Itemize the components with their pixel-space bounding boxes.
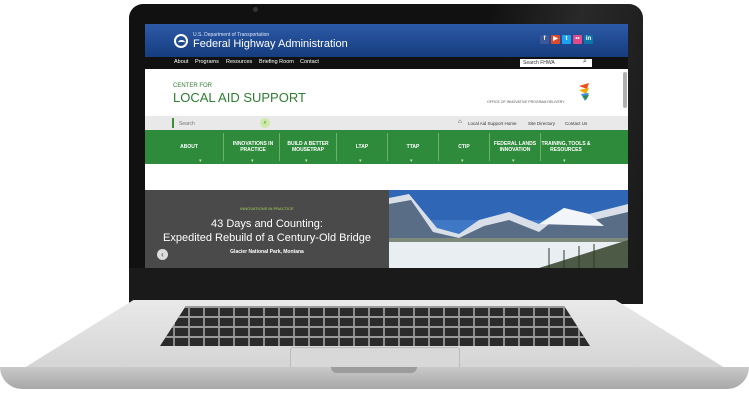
scrollbar[interactable]	[623, 72, 627, 108]
site-search-input[interactable]	[177, 118, 261, 130]
brand-title[interactable]: LOCAL AID SUPPORT	[173, 90, 306, 105]
link-local-aid-home[interactable]: Local Aid Support Home	[468, 121, 517, 126]
brand-line1: CENTER FOR	[173, 83, 212, 89]
chevron-down-icon: ▾	[359, 158, 362, 164]
nav-briefing-room[interactable]: Briefing Room	[259, 59, 294, 65]
flickr-icon[interactable]: ••	[573, 35, 582, 44]
chevron-down-icon: ▾	[251, 158, 254, 164]
chevron-down-icon: ▾	[563, 158, 566, 164]
office-name: OFFICE OF INNOVATIVE PROGRAM DELIVERY	[487, 100, 565, 104]
trackpad	[290, 347, 460, 369]
home-icon[interactable]: ⌂	[458, 119, 462, 125]
browser-screen: U.S. Department of Transportation Federa…	[145, 24, 628, 268]
agency-name[interactable]: Federal Highway Administration	[193, 38, 348, 50]
twitter-icon[interactable]: t	[562, 35, 571, 44]
main-nav-mousetrap[interactable]: BUILD A BETTER MOUSETRAP	[280, 130, 336, 164]
hero-location: Glacier National Park, Montana	[230, 249, 304, 255]
nav-about[interactable]: About	[174, 59, 188, 65]
chevron-down-icon: ▾	[512, 158, 515, 164]
nav-contact[interactable]: Contact	[300, 59, 319, 65]
main-nav-ctip[interactable]: CTIP	[439, 130, 489, 164]
linkedin-icon[interactable]: in	[584, 35, 593, 44]
chevron-down-icon: ▾	[199, 158, 202, 164]
facebook-icon[interactable]: f	[540, 35, 549, 44]
hero-tag[interactable]: INNOVATIONS IN PRACTICE	[145, 206, 389, 211]
main-nav-ttap[interactable]: TTAP	[388, 130, 438, 164]
dot-logo-icon[interactable]	[174, 34, 188, 48]
camera-icon	[253, 7, 258, 12]
nav-programs[interactable]: Programs	[195, 59, 219, 65]
main-nav-training[interactable]: TRAINING, TOOLS & RESOURCES	[541, 130, 591, 164]
youtube-icon[interactable]: ▶	[551, 35, 560, 44]
link-contact-us[interactable]: Contact Us	[565, 121, 587, 126]
link-site-directory[interactable]: Site Directory	[528, 121, 555, 126]
main-nav-ltap[interactable]: LTAP	[337, 130, 387, 164]
chevron-down-icon: ▾	[305, 158, 308, 164]
hero-photo[interactable]	[389, 190, 628, 268]
chevron-down-icon: ▾	[410, 158, 413, 164]
fhwa-search-input[interactable]	[520, 59, 592, 67]
nav-resources[interactable]: Resources	[226, 59, 252, 65]
main-nav-federal-lands[interactable]: FEDERAL LANDS INNOVATION	[490, 130, 540, 164]
hero-title-line2[interactable]: Expedited Rebuild of a Century-Old Bridg…	[145, 232, 389, 244]
search-icon[interactable]: ⌕	[583, 58, 587, 66]
main-nav-about[interactable]: ABOUT	[165, 130, 213, 164]
carousel-prev-button[interactable]: ‹	[157, 249, 168, 260]
hero-title-line1[interactable]: 43 Days and Counting:	[145, 218, 389, 230]
chevron-down-icon: ▾	[461, 158, 464, 164]
screen-bezel	[129, 268, 643, 304]
site-search-icon[interactable]: ⌕	[260, 118, 270, 128]
office-logo-icon	[579, 83, 589, 101]
